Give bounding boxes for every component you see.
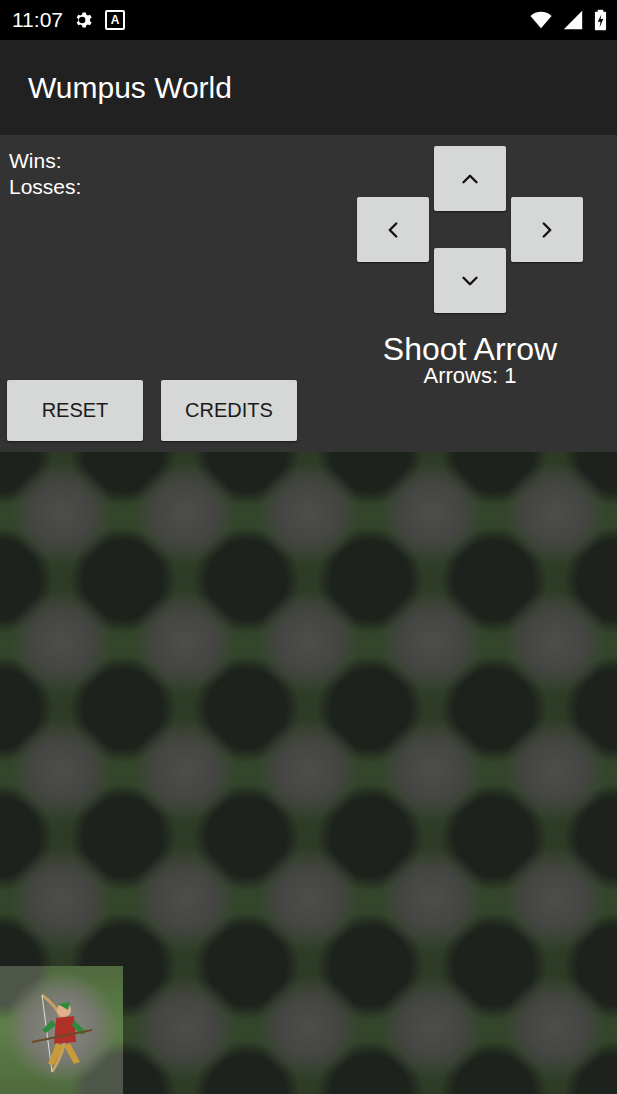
board-tile[interactable] <box>0 966 123 1094</box>
board-tile[interactable] <box>494 837 617 965</box>
board-tile[interactable] <box>0 709 123 837</box>
board-tile[interactable] <box>0 837 123 965</box>
board-tile[interactable] <box>247 452 370 580</box>
chevron-down-icon <box>457 268 483 294</box>
board-tile[interactable] <box>494 452 617 580</box>
screen: 11:07 A Wumpus World Wins: Losses: RESET… <box>0 0 617 1094</box>
clock: 11:07 <box>12 8 63 32</box>
losses-label: Losses: <box>9 174 340 200</box>
app-bar: Wumpus World <box>0 40 617 135</box>
board-tile[interactable] <box>123 580 246 708</box>
board-tile[interactable] <box>0 580 123 708</box>
board-tile[interactable] <box>123 709 246 837</box>
archer-icon <box>12 980 112 1080</box>
game-board <box>0 452 617 1094</box>
status-bar: 11:07 A <box>0 0 617 40</box>
board-tile[interactable] <box>494 709 617 837</box>
arrow-count: Arrows: 1 <box>424 364 517 388</box>
board-tile[interactable] <box>247 580 370 708</box>
score-stats: Wins: Losses: <box>7 148 340 200</box>
chevron-right-icon <box>534 217 560 243</box>
chevron-up-icon <box>457 166 483 192</box>
board-tile[interactable] <box>123 966 246 1094</box>
signal-icon <box>562 9 584 31</box>
gear-icon <box>73 9 95 31</box>
chevron-left-icon <box>380 217 406 243</box>
control-panel: Wins: Losses: RESET CREDITS Shoot Arrow A… <box>0 135 617 452</box>
reset-button[interactable]: RESET <box>7 380 143 441</box>
board-tile[interactable] <box>370 837 493 965</box>
app-title: Wumpus World <box>28 71 232 105</box>
board-tile[interactable] <box>247 837 370 965</box>
board-tile[interactable] <box>123 452 246 580</box>
board-tile[interactable] <box>247 966 370 1094</box>
board-tile[interactable] <box>494 580 617 708</box>
board-tile[interactable] <box>247 709 370 837</box>
battery-icon <box>594 8 607 32</box>
board-tile[interactable] <box>370 452 493 580</box>
shoot-arrow-button[interactable]: Shoot Arrow <box>383 330 557 368</box>
board-tile[interactable] <box>370 580 493 708</box>
wins-label: Wins: <box>9 148 340 174</box>
move-up-button[interactable] <box>434 146 506 211</box>
board-tile[interactable] <box>494 966 617 1094</box>
notification-icon: A <box>105 10 125 30</box>
credits-button[interactable]: CREDITS <box>161 380 297 441</box>
board-tile[interactable] <box>123 837 246 965</box>
move-down-button[interactable] <box>434 248 506 313</box>
move-left-button[interactable] <box>357 197 429 262</box>
direction-pad <box>357 146 583 313</box>
move-right-button[interactable] <box>511 197 583 262</box>
board-tile[interactable] <box>370 966 493 1094</box>
board-tile[interactable] <box>0 452 123 580</box>
wifi-icon <box>530 9 552 31</box>
board-tile[interactable] <box>370 709 493 837</box>
